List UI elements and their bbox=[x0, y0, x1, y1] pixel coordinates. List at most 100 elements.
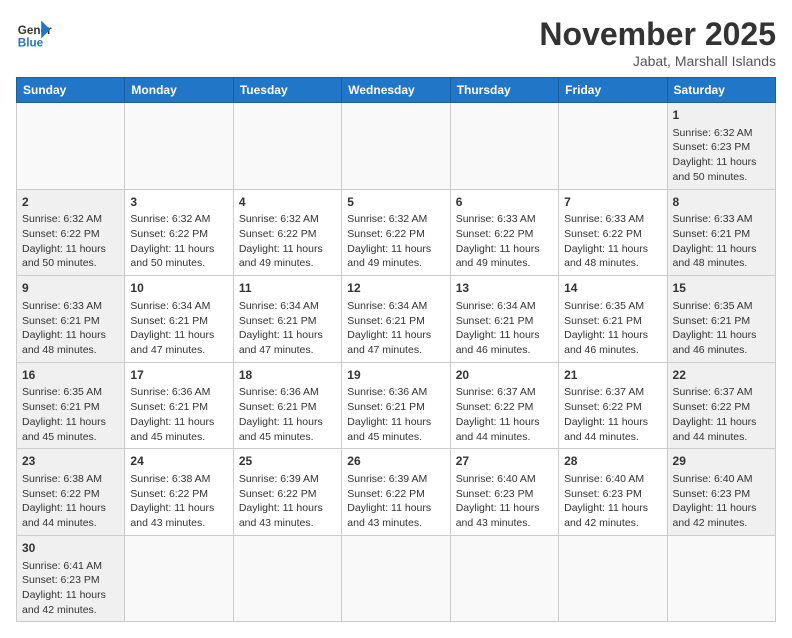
day-number: 25 bbox=[239, 453, 336, 470]
table-row: 13 Sunrise: 6:34 AM Sunset: 6:21 PM Dayli… bbox=[450, 276, 558, 363]
day-number: 15 bbox=[673, 280, 770, 297]
table-row bbox=[342, 103, 450, 190]
table-row: 28Sunrise: 6:40 AM Sunset: 6:23 PM Dayli… bbox=[559, 449, 667, 536]
table-row: 19Sunrise: 6:36 AM Sunset: 6:21 PM Dayli… bbox=[342, 362, 450, 449]
day-number: 8 bbox=[673, 194, 770, 211]
day-number: 13 bbox=[456, 280, 553, 297]
table-row: 18Sunrise: 6:36 AM Sunset: 6:21 PM Dayli… bbox=[233, 362, 341, 449]
day-info: Sunrise: 6:38 AM Sunset: 6:22 PM Dayligh… bbox=[130, 472, 227, 531]
table-row bbox=[559, 103, 667, 190]
table-row: 2Sunrise: 6:32 AM Sunset: 6:22 PM Daylig… bbox=[17, 189, 125, 276]
logo-icon: General Blue bbox=[16, 16, 52, 52]
header-thursday: Thursday bbox=[450, 78, 558, 103]
day-number: 20 bbox=[456, 367, 553, 384]
day-info: Sunrise: 6:32 AM Sunset: 6:22 PM Dayligh… bbox=[239, 212, 336, 271]
calendar-week-row: 9 Sunrise: 6:33 AM Sunset: 6:21 PM Daylig… bbox=[17, 276, 776, 363]
calendar-header-row: Sunday Monday Tuesday Wednesday Thursday… bbox=[17, 78, 776, 103]
table-row bbox=[559, 535, 667, 622]
day-number: 27 bbox=[456, 453, 553, 470]
day-info: Sunrise: 6:34 AM Sunset: 6:21 PM Dayligh… bbox=[130, 299, 227, 358]
table-row: 5Sunrise: 6:32 AM Sunset: 6:22 PM Daylig… bbox=[342, 189, 450, 276]
day-info: Sunrise: 6:33 AM Sunset: 6:21 PM Dayligh… bbox=[22, 299, 119, 358]
calendar-week-row: 1 Sunrise: 6:32 AM Sunset: 6:23 PM Daylig… bbox=[17, 103, 776, 190]
table-row: 6Sunrise: 6:33 AM Sunset: 6:22 PM Daylig… bbox=[450, 189, 558, 276]
table-row: 22Sunrise: 6:37 AM Sunset: 6:22 PM Dayli… bbox=[667, 362, 775, 449]
day-info: Sunrise: 6:40 AM Sunset: 6:23 PM Dayligh… bbox=[564, 472, 661, 531]
day-number: 7 bbox=[564, 194, 661, 211]
table-row: 24 Sunrise: 6:38 AM Sunset: 6:22 PM Dayli… bbox=[125, 449, 233, 536]
header-sunday: Sunday bbox=[17, 78, 125, 103]
table-row: 9 Sunrise: 6:33 AM Sunset: 6:21 PM Daylig… bbox=[17, 276, 125, 363]
table-row bbox=[125, 535, 233, 622]
table-row: 15Sunrise: 6:35 AM Sunset: 6:21 PM Dayli… bbox=[667, 276, 775, 363]
table-row: 17Sunrise: 6:36 AM Sunset: 6:21 PM Dayli… bbox=[125, 362, 233, 449]
day-number: 19 bbox=[347, 367, 444, 384]
table-row: 25 Sunrise: 6:39 AM Sunset: 6:22 PM Dayli… bbox=[233, 449, 341, 536]
day-info: Sunrise: 6:33 AM Sunset: 6:22 PM Dayligh… bbox=[564, 212, 661, 271]
day-number: 16 bbox=[22, 367, 119, 384]
day-info: Sunrise: 6:34 AM Sunset: 6:21 PM Dayligh… bbox=[347, 299, 444, 358]
table-row: 23Sunrise: 6:38 AM Sunset: 6:22 PM Dayli… bbox=[17, 449, 125, 536]
table-row bbox=[233, 535, 341, 622]
table-row bbox=[450, 103, 558, 190]
day-number: 30 bbox=[22, 540, 119, 557]
table-row bbox=[17, 103, 125, 190]
day-info: Sunrise: 6:39 AM Sunset: 6:22 PM Dayligh… bbox=[347, 472, 444, 531]
table-row: 11 Sunrise: 6:34 AM Sunset: 6:21 PM Dayli… bbox=[233, 276, 341, 363]
day-number: 3 bbox=[130, 194, 227, 211]
table-row: 16Sunrise: 6:35 AM Sunset: 6:21 PM Dayli… bbox=[17, 362, 125, 449]
day-info: Sunrise: 6:32 AM Sunset: 6:22 PM Dayligh… bbox=[130, 212, 227, 271]
table-row: 20Sunrise: 6:37 AM Sunset: 6:22 PM Dayli… bbox=[450, 362, 558, 449]
day-info: Sunrise: 6:34 AM Sunset: 6:21 PM Dayligh… bbox=[456, 299, 553, 358]
day-info: Sunrise: 6:33 AM Sunset: 6:22 PM Dayligh… bbox=[456, 212, 553, 271]
table-row bbox=[342, 535, 450, 622]
table-row: 14Sunrise: 6:35 AM Sunset: 6:21 PM Dayli… bbox=[559, 276, 667, 363]
calendar-week-row: 16Sunrise: 6:35 AM Sunset: 6:21 PM Dayli… bbox=[17, 362, 776, 449]
table-row: 10 Sunrise: 6:34 AM Sunset: 6:21 PM Dayli… bbox=[125, 276, 233, 363]
day-number: 18 bbox=[239, 367, 336, 384]
day-number: 24 bbox=[130, 453, 227, 470]
day-info: Sunrise: 6:34 AM Sunset: 6:21 PM Dayligh… bbox=[239, 299, 336, 358]
day-number: 2 bbox=[22, 194, 119, 211]
table-row bbox=[125, 103, 233, 190]
day-number: 29 bbox=[673, 453, 770, 470]
day-number: 10 bbox=[130, 280, 227, 297]
calendar-week-row: 2Sunrise: 6:32 AM Sunset: 6:22 PM Daylig… bbox=[17, 189, 776, 276]
header-monday: Monday bbox=[125, 78, 233, 103]
day-number: 26 bbox=[347, 453, 444, 470]
table-row: 21Sunrise: 6:37 AM Sunset: 6:22 PM Dayli… bbox=[559, 362, 667, 449]
table-row: 27Sunrise: 6:40 AM Sunset: 6:23 PM Dayli… bbox=[450, 449, 558, 536]
table-row: 3Sunrise: 6:32 AM Sunset: 6:22 PM Daylig… bbox=[125, 189, 233, 276]
day-info: Sunrise: 6:32 AM Sunset: 6:23 PM Dayligh… bbox=[673, 126, 770, 185]
table-row: 7Sunrise: 6:33 AM Sunset: 6:22 PM Daylig… bbox=[559, 189, 667, 276]
day-info: Sunrise: 6:32 AM Sunset: 6:22 PM Dayligh… bbox=[347, 212, 444, 271]
day-info: Sunrise: 6:36 AM Sunset: 6:21 PM Dayligh… bbox=[130, 385, 227, 444]
table-row: 26 Sunrise: 6:39 AM Sunset: 6:22 PM Dayli… bbox=[342, 449, 450, 536]
day-number: 21 bbox=[564, 367, 661, 384]
logo: General Blue bbox=[16, 16, 52, 52]
day-info: Sunrise: 6:35 AM Sunset: 6:21 PM Dayligh… bbox=[22, 385, 119, 444]
day-info: Sunrise: 6:37 AM Sunset: 6:22 PM Dayligh… bbox=[456, 385, 553, 444]
calendar-week-row: 23Sunrise: 6:38 AM Sunset: 6:22 PM Dayli… bbox=[17, 449, 776, 536]
table-row: 29 Sunrise: 6:40 AM Sunset: 6:23 PM Dayli… bbox=[667, 449, 775, 536]
title-block: November 2025 Jabat, Marshall Islands bbox=[539, 16, 776, 69]
day-number: 14 bbox=[564, 280, 661, 297]
header-friday: Friday bbox=[559, 78, 667, 103]
day-number: 11 bbox=[239, 280, 336, 297]
day-number: 4 bbox=[239, 194, 336, 211]
day-info: Sunrise: 6:36 AM Sunset: 6:21 PM Dayligh… bbox=[239, 385, 336, 444]
day-number: 17 bbox=[130, 367, 227, 384]
page-header: General Blue November 2025 Jabat, Marsha… bbox=[16, 16, 776, 69]
day-number: 9 bbox=[22, 280, 119, 297]
day-number: 1 bbox=[673, 107, 770, 124]
svg-text:Blue: Blue bbox=[18, 37, 44, 50]
day-info: Sunrise: 6:39 AM Sunset: 6:22 PM Dayligh… bbox=[239, 472, 336, 531]
table-row: 4Sunrise: 6:32 AM Sunset: 6:22 PM Daylig… bbox=[233, 189, 341, 276]
month-title: November 2025 bbox=[539, 16, 776, 53]
day-info: Sunrise: 6:32 AM Sunset: 6:22 PM Dayligh… bbox=[22, 212, 119, 271]
day-info: Sunrise: 6:37 AM Sunset: 6:22 PM Dayligh… bbox=[673, 385, 770, 444]
day-number: 6 bbox=[456, 194, 553, 211]
header-wednesday: Wednesday bbox=[342, 78, 450, 103]
day-info: Sunrise: 6:40 AM Sunset: 6:23 PM Dayligh… bbox=[673, 472, 770, 531]
table-row: 30Sunrise: 6:41 AM Sunset: 6:23 PM Dayli… bbox=[17, 535, 125, 622]
